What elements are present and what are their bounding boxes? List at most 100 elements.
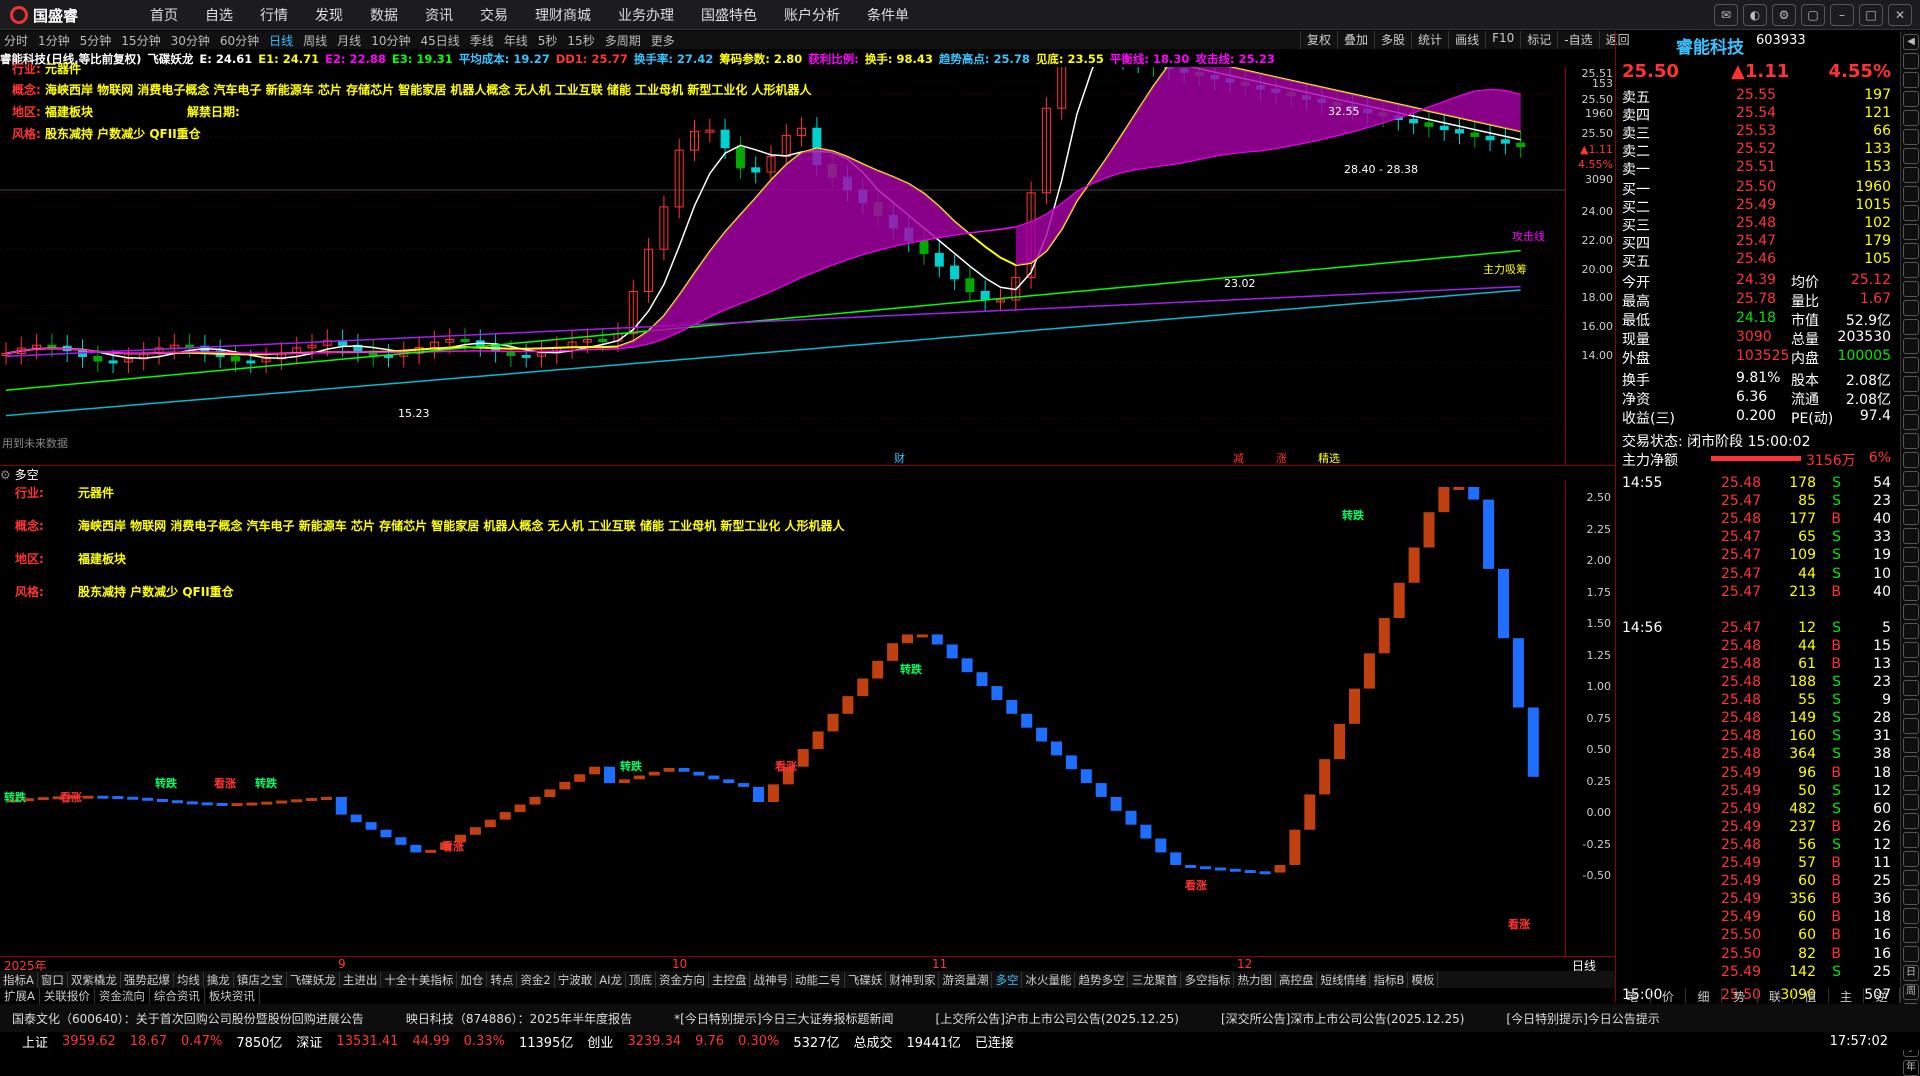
indicator-tab[interactable]: 转点 (487, 971, 518, 988)
side-tool-button[interactable] (1903, 870, 1919, 886)
indicator-tab[interactable]: 镇店之宝 (234, 971, 287, 988)
side-tool-button[interactable] (1903, 680, 1919, 696)
bottom-tab[interactable]: 资金流向 (95, 987, 150, 1004)
period-tab[interactable]: 年线 (504, 32, 528, 49)
side-tool-button[interactable] (1903, 300, 1919, 316)
menu-item[interactable]: 理财商城 (535, 5, 591, 25)
tool-button[interactable]: 复权 (1300, 31, 1337, 49)
side-tool-button[interactable] (1903, 661, 1919, 677)
indicator-tab[interactable]: 飞碟妖龙 (287, 971, 340, 988)
bottom-tab[interactable]: 关联报价 (40, 987, 95, 1004)
indicator-tab[interactable]: 资金方向 (656, 971, 709, 988)
indicator-tab[interactable]: 主控盘 (709, 971, 751, 988)
side-tool-button[interactable] (1903, 794, 1919, 810)
period-tab[interactable]: 60分钟 (220, 32, 259, 49)
settings-small-icon[interactable]: ⚙ (0, 468, 11, 482)
side-tool-button[interactable] (1903, 53, 1919, 69)
quote-tab[interactable]: 笔 (1615, 988, 1651, 1004)
side-tool-button[interactable] (1903, 414, 1919, 430)
side-tool-button[interactable]: ◀ (1903, 34, 1919, 50)
period-tab[interactable]: 15秒 (567, 32, 594, 49)
side-tool-button[interactable] (1903, 433, 1919, 449)
menu-item[interactable]: 行情 (260, 5, 288, 25)
period-tab[interactable]: 分时 (4, 32, 28, 49)
indicator-tab[interactable]: 战神号 (750, 971, 792, 988)
menu-item[interactable]: 资讯 (425, 5, 453, 25)
side-tool-button[interactable] (1903, 775, 1919, 791)
side-tool-button[interactable] (1903, 889, 1919, 905)
menu-item[interactable]: 国盛特色 (701, 5, 757, 25)
side-tool-button[interactable] (1903, 946, 1919, 962)
kline-chart[interactable]: 32.55 15.23 28.40 - 28.38 23.02 用到未来数据 攻击线主力吸… (0, 67, 1565, 465)
indicator-tab[interactable]: 模板 (1408, 971, 1439, 988)
period-tab[interactable]: 更多 (651, 32, 675, 49)
quote-tab[interactable]: 值 (1793, 988, 1829, 1004)
period-tab[interactable]: 周线 (303, 32, 327, 49)
period-tab[interactable]: 10分钟 (371, 32, 410, 49)
tool-button[interactable]: 叠加 (1337, 31, 1374, 49)
indicator-tab[interactable]: 多空指标 (1181, 971, 1235, 988)
menu-item[interactable]: 交易 (480, 5, 508, 25)
skin-icon[interactable]: ◐ (1743, 4, 1767, 26)
side-tool-button[interactable] (1903, 452, 1919, 468)
bottom-tab[interactable]: 扩展A (0, 987, 40, 1004)
side-tool-button[interactable] (1903, 376, 1919, 392)
side-tool-button[interactable] (1903, 699, 1919, 715)
bottom-tab[interactable]: 综合资讯 (150, 987, 205, 1004)
long-short-chart[interactable]: 转跌转跌 转跌转跌转跌转跌看涨看涨看涨看涨看涨看涨 (0, 481, 1565, 956)
indicator-tab[interactable]: 资金2 (517, 971, 555, 988)
indicator-tab[interactable]: 冰火量能 (1022, 971, 1076, 988)
side-tool-button[interactable] (1903, 129, 1919, 145)
indicator-tab[interactable]: 短线情绪 (1317, 971, 1371, 988)
tool-button[interactable]: 统计 (1411, 31, 1448, 49)
period-tab[interactable]: 月线 (337, 32, 361, 49)
quote-tab[interactable]: 联 (1758, 988, 1794, 1004)
tool-button[interactable]: 画线 (1448, 31, 1485, 49)
side-tool-button[interactable] (1903, 718, 1919, 734)
menu-item[interactable]: 条件单 (867, 5, 909, 25)
news-item[interactable]: *[今日特别提示]今日三大证券报标题新闻 (674, 1010, 893, 1027)
period-tab[interactable]: 5分钟 (80, 32, 112, 49)
side-tool-button[interactable] (1903, 167, 1919, 183)
period-tab[interactable]: 30分钟 (171, 32, 210, 49)
side-tool-button[interactable] (1903, 509, 1919, 525)
indicator-tab[interactable]: 加仓 (457, 971, 488, 988)
news-item[interactable]: [今日特别提示]今日公告提示 (1506, 1010, 1659, 1027)
side-tool-button[interactable] (1903, 72, 1919, 88)
indicator-tab[interactable]: 游资量潮 (939, 971, 993, 988)
indicator-tab[interactable]: 多空 (992, 971, 1023, 988)
side-tool-button[interactable] (1903, 737, 1919, 753)
indicator-tab[interactable]: 指标A (0, 971, 38, 988)
period-tab[interactable]: 45日线 (420, 32, 459, 49)
side-tool-button[interactable] (1903, 908, 1919, 924)
minimize-icon[interactable]: – (1830, 4, 1854, 26)
side-tool-button[interactable] (1903, 243, 1919, 259)
quote-tab[interactable]: 细 (1686, 988, 1722, 1004)
tool-button[interactable]: F10 (1485, 31, 1520, 49)
bottom-tab[interactable]: 板块资讯 (205, 987, 260, 1004)
news-item[interactable]: [上交所公告]沪市上市公司公告(2025.12.25) (936, 1010, 1179, 1027)
maximize-icon[interactable]: □ (1859, 4, 1883, 26)
window-icon[interactable]: ▢ (1801, 4, 1825, 26)
quote-tab[interactable]: 主 (1829, 988, 1865, 1004)
quote-tab[interactable]: 价 (1651, 988, 1687, 1004)
side-tool-button[interactable]: 周 (1903, 984, 1919, 1000)
side-tool-button[interactable] (1903, 642, 1919, 658)
side-tool-button[interactable] (1903, 490, 1919, 506)
indicator-tab[interactable]: 双紫橇龙 (68, 971, 121, 988)
side-tool-button[interactable] (1903, 471, 1919, 487)
side-tool-button[interactable] (1903, 813, 1919, 829)
indicator-tab[interactable]: 擒龙 (204, 971, 234, 988)
side-tool-button[interactable] (1903, 623, 1919, 639)
menu-item[interactable]: 自选 (205, 5, 233, 25)
indicator-tab[interactable]: 趋势多空 (1075, 971, 1129, 988)
side-tool-button[interactable] (1903, 832, 1919, 848)
period-tab[interactable]: 15分钟 (121, 32, 160, 49)
menu-item[interactable]: 首页 (150, 5, 178, 25)
period-tab[interactable]: 5秒 (538, 32, 558, 49)
indicator-tab[interactable]: 十全十美指标 (381, 971, 458, 988)
tool-button[interactable]: 标记 (1520, 31, 1557, 49)
side-tool-button[interactable] (1903, 148, 1919, 164)
menu-item[interactable]: 发现 (315, 5, 343, 25)
settings-icon[interactable]: ⚙ (1772, 4, 1796, 26)
